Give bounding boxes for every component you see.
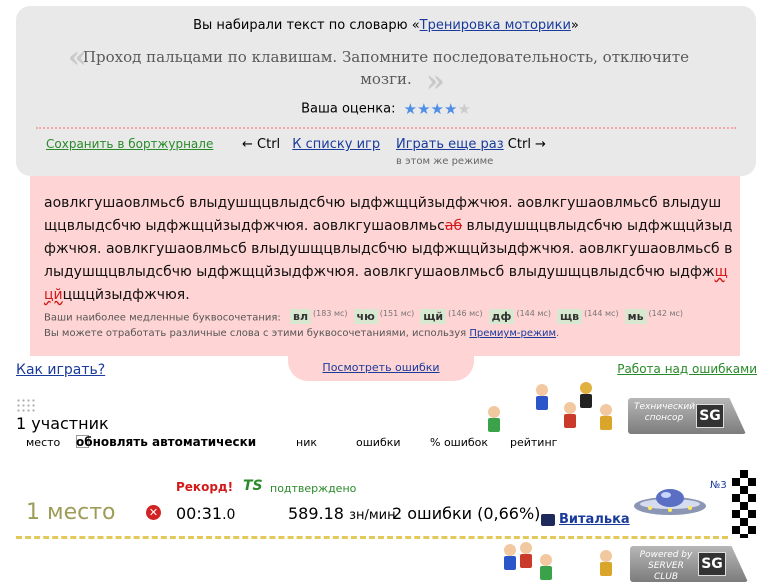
car-number: №3: [710, 480, 727, 491]
vocab-suffix: »: [570, 18, 579, 33]
col-errors: ошибки: [356, 436, 401, 449]
typed-text: аовлкгушаовлмьсб влыдушщцвлыдсбчю ыдфжщц…: [44, 192, 734, 307]
game-nav: ← Ctrl К списку игр: [242, 137, 388, 152]
ts-confirmed-icon: TS: [243, 478, 263, 494]
slow-combo: чю: [353, 309, 378, 325]
how-to-play-link[interactable]: Как играть?: [16, 362, 105, 378]
slow-combo-ms: (146 мс): [448, 309, 483, 318]
race-time: 00:31.0: [176, 504, 235, 523]
race-track: [16, 536, 728, 539]
sg-logo-icon: SG: [698, 552, 726, 576]
slow-combo-ms: (142 мс): [648, 309, 684, 318]
player-avatar-icon: [541, 514, 555, 526]
text-segment: цщцйзыдфжчюя.: [62, 287, 190, 303]
characters-illustration: [480, 380, 620, 438]
character-icon: [600, 550, 612, 578]
race-row: 1 место Рекорд! TS подтверждено ✕ 00:31.…: [0, 470, 765, 540]
slow-combo: вл: [289, 309, 312, 325]
character-icon: [488, 406, 500, 434]
dotted-grid-icon: [16, 398, 36, 412]
character-icon: [520, 542, 532, 570]
vocab-description: Проход пальцами по клавишам. Запомните п…: [82, 48, 690, 88]
view-errors-tab[interactable]: Посмотреть ошибки: [288, 355, 474, 381]
nav-prev-key: ← Ctrl: [242, 137, 281, 152]
panel-divider: [36, 127, 736, 129]
premium-line: Вы можете отработать различные слова с э…: [44, 328, 559, 339]
premium-prefix: Вы можете отработать различные слова с э…: [44, 328, 470, 339]
tech-sponsor-label: Технический спонсор: [634, 402, 696, 423]
race-car-icon: [634, 489, 706, 515]
finish-flag-icon: [732, 470, 756, 538]
slow-combo: щв: [556, 309, 583, 325]
star-icon[interactable]: ★: [457, 100, 470, 118]
character-icon: [600, 404, 612, 432]
premium-mode-link[interactable]: Премиум-режим: [469, 328, 556, 339]
slow-combo-item: щй (146 мс): [414, 309, 483, 325]
slow-combo-item: щв (144 мс): [551, 309, 619, 325]
save-to-logbook-link[interactable]: Сохранить в бортжурнале: [46, 137, 213, 151]
star-icon[interactable]: ★: [444, 100, 457, 118]
time-main: 00:31: [176, 504, 223, 523]
quote-close-icon: »: [426, 64, 445, 99]
slow-combo-item: чю (151 мс): [348, 309, 415, 325]
slow-combos: Ваши наиболее медленные буквосочетания: …: [44, 309, 684, 325]
star-icon[interactable]: ★: [417, 100, 430, 118]
col-place: место: [26, 436, 61, 449]
powered-by-badge[interactable]: Powered by SERVER CLUB SG: [630, 546, 748, 582]
player-name-link[interactable]: Виталька: [559, 512, 630, 527]
play-again-key: Ctrl →: [507, 137, 546, 152]
record-label: Рекорд!: [176, 480, 234, 494]
vocab-prefix: Вы набирали текст по словарю «: [193, 18, 420, 33]
play-again-subtitle: в этом же режиме: [396, 156, 494, 167]
slow-combo: щй: [420, 309, 447, 325]
place-label: 1 место: [26, 500, 116, 525]
tech-sponsor-badge[interactable]: Технический спонсор SG: [628, 398, 746, 434]
slow-combo-ms: (183 мс): [313, 309, 348, 318]
race-speed: 589.18 зн/мин: [288, 504, 396, 523]
character-icon: [540, 554, 552, 582]
error-work-link[interactable]: Работа над ошибками: [617, 362, 757, 376]
slow-combo-item: мь (142 мс): [619, 309, 684, 325]
auto-update-label: обновлять автоматически: [76, 435, 257, 449]
characters-illustration: [498, 540, 618, 584]
slow-combo-ms: (144 мс): [584, 309, 619, 318]
vocab-link[interactable]: Тренировка моторики: [420, 18, 571, 33]
character-icon: [536, 384, 548, 412]
slow-combo-ms: (144 мс): [516, 309, 551, 318]
powered-by-label: Powered by SERVER CLUB: [639, 550, 693, 582]
close-icon[interactable]: ✕: [146, 505, 161, 520]
play-again-group: Играть еще раз Ctrl →: [396, 137, 546, 152]
slow-combos-label: Ваши наиболее медленные буквосочетания:: [44, 312, 281, 324]
speed-value: 589.18: [288, 504, 344, 523]
slow-combo-item: вл (183 мс): [284, 309, 348, 325]
character-icon: [504, 544, 516, 572]
speed-unit: зн/мин: [349, 508, 396, 523]
back-to-list-link[interactable]: К списку игр: [292, 137, 380, 152]
slow-combo-item: дф (144 мс): [483, 309, 551, 325]
time-ms: .0: [222, 507, 236, 523]
sg-logo-icon: SG: [696, 404, 724, 428]
result-panel: Вы набирали текст по словарю «Тренировка…: [16, 6, 756, 176]
view-errors-link[interactable]: Посмотреть ошибки: [322, 361, 439, 374]
typed-text-panel: аовлкгушаовлмьсб влыдушщцвлыдсбчю ыдфжщц…: [30, 176, 740, 356]
character-icon: [564, 402, 576, 430]
slow-combos-list: вл (183 мс) чю (151 мс) щй (146 мс) дф (144 мс)…: [284, 309, 684, 325]
race-errors: 2 ошибки (0,66%): [392, 504, 541, 523]
confirmed-label: подтверждено: [270, 482, 357, 495]
star-icon[interactable]: ★: [431, 100, 444, 118]
slow-combo-ms: (151 мс): [379, 309, 415, 318]
rating-label: Ваша оценка:: [301, 101, 396, 117]
play-again-link[interactable]: Играть еще раз: [396, 137, 504, 152]
slow-combo: дф: [488, 309, 515, 325]
vocab-line: Вы набирали текст по словарю «Тренировка…: [16, 18, 756, 33]
participants-count: 1 участник: [16, 414, 109, 433]
premium-suffix: .: [556, 328, 560, 339]
rating-line: Ваша оценка: ★★★★★: [16, 100, 756, 118]
typing-error: аб: [444, 218, 463, 234]
rating-stars[interactable]: ★★★★★: [404, 100, 471, 118]
star-icon[interactable]: ★: [404, 100, 417, 118]
col-nick: ник: [296, 436, 317, 449]
character-icon: [580, 382, 592, 410]
slow-combo: мь: [624, 309, 647, 325]
